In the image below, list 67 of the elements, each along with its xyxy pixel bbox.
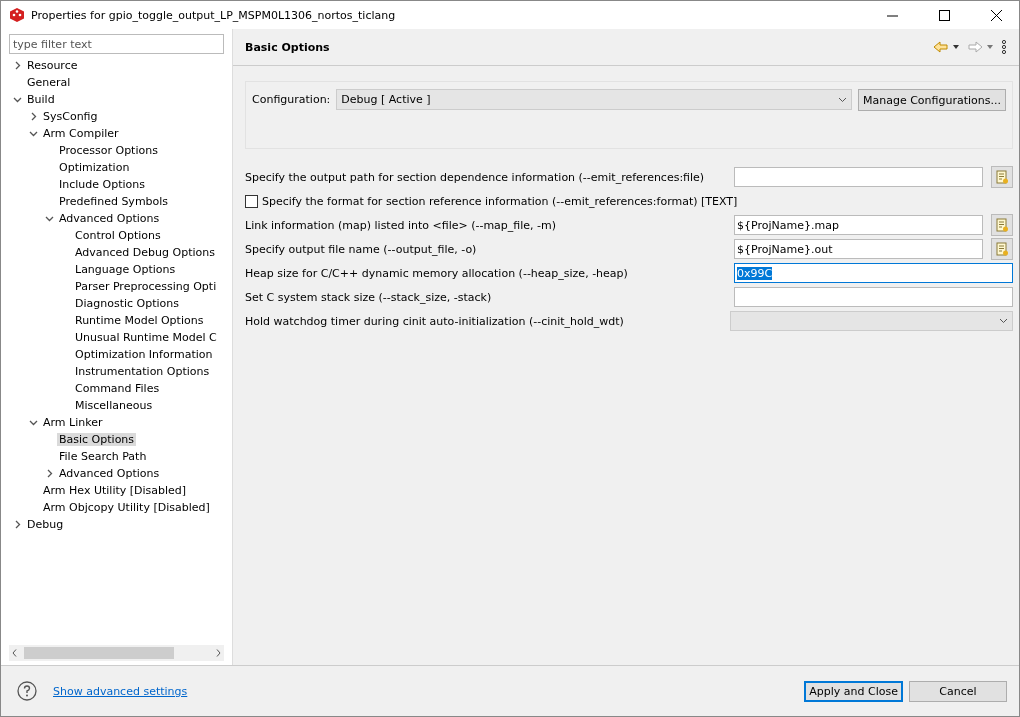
- option-label: Set C system stack size (--stack_size, -stack): [245, 290, 493, 304]
- tree-item[interactable]: Arm Hex Utility [Disabled]: [41, 484, 189, 497]
- option-label: Hold watchdog timer during cinit auto-initialization (--cinit_hold_wdt): [245, 314, 625, 328]
- chevron-down-icon[interactable]: [12, 95, 22, 104]
- page-title: Basic Options: [245, 40, 331, 54]
- chevron-down-icon[interactable]: [44, 214, 54, 223]
- window-title: Properties for gpio_toggle_output_LP_MSPM0L1306_nortos_ticlang: [31, 8, 397, 22]
- chevron-down-icon[interactable]: [28, 129, 38, 138]
- dialog-button[interactable]: Cancel: [909, 680, 1007, 702]
- tree-item[interactable]: Include Options: [57, 178, 147, 191]
- maximize-icon: [938, 9, 950, 21]
- tree-item[interactable]: Command Files: [73, 382, 162, 395]
- show-advanced-settings-link[interactable]: Show advanced settings: [53, 684, 799, 698]
- configuration-dropdown[interactable]: Debug [ Active ]: [336, 89, 852, 110]
- help-icon[interactable]: [17, 681, 37, 701]
- input-field[interactable]: 0x99C: [734, 263, 1013, 283]
- input-field[interactable]: [734, 287, 1013, 307]
- tree-item[interactable]: Arm Objcopy Utility [Disabled]: [41, 501, 212, 514]
- horizontal-scrollbar[interactable]: [9, 645, 224, 661]
- tree-item[interactable]: File Search Path: [57, 450, 149, 463]
- more-options-icon[interactable]: [1001, 40, 1007, 54]
- tree-item[interactable]: Arm Compiler: [41, 127, 121, 140]
- document-icon: [995, 241, 1009, 257]
- cube-logo-icon: [9, 7, 25, 23]
- close-icon: [990, 9, 1002, 21]
- tree-item[interactable]: Control Options: [73, 229, 163, 242]
- scroll-left-icon[interactable]: [12, 649, 17, 657]
- tree-item[interactable]: Resource: [25, 59, 80, 72]
- option-label: Specify output file name (--output_file, -o): [245, 242, 478, 256]
- tree-item[interactable]: Unusual Runtime Model C: [73, 331, 219, 344]
- configuration-label: Configuration:: [252, 92, 331, 108]
- input-field[interactable]: ${ProjName}.map: [734, 215, 983, 235]
- input-field[interactable]: ${ProjName}.out: [734, 239, 983, 259]
- tree-item[interactable]: Advanced Debug Options: [73, 246, 217, 259]
- dropdown-caret-icon: [838, 96, 847, 103]
- chevron-down-icon[interactable]: [28, 418, 38, 427]
- manage-configurations-button[interactable]: Manage Configurations...: [858, 89, 1006, 111]
- checkbox[interactable]: [245, 194, 258, 208]
- tree-item[interactable]: Advanced Options: [57, 212, 162, 225]
- document-icon: [995, 217, 1009, 233]
- tree-item[interactable]: Instrumentation Options: [73, 365, 212, 378]
- tree-item[interactable]: Advanced Options: [57, 467, 162, 480]
- tree-item[interactable]: Optimization Information: [73, 348, 215, 361]
- option-label: Link information (map) listed into <file> (--map_file, -m): [245, 218, 558, 232]
- checkbox-label: Specify the format for section reference information (--emit_references:format) [TEXT]: [262, 194, 738, 208]
- tree-item[interactable]: SysConfig: [41, 110, 100, 123]
- tree-item[interactable]: Predefined Symbols: [57, 195, 171, 208]
- tree-item[interactable]: Miscellaneous: [73, 399, 155, 412]
- tree-item[interactable]: Language Options: [73, 263, 178, 276]
- tree-item[interactable]: Processor Options: [57, 144, 160, 157]
- tree-item[interactable]: Debug: [25, 518, 66, 531]
- tree-item[interactable]: Build: [25, 93, 57, 106]
- option-label: Heap size for C/C++ dynamic memory allocation (--heap_size, -heap): [245, 266, 629, 280]
- dropdown-caret-icon: [999, 318, 1008, 324]
- tree-item[interactable]: Runtime Model Options: [73, 314, 206, 327]
- tree-item[interactable]: Optimization: [57, 161, 132, 174]
- tree-item[interactable]: General: [25, 76, 73, 89]
- filter-field[interactable]: type filter text: [9, 34, 224, 54]
- tree-item[interactable]: Parser Preprocessing Opti: [73, 280, 219, 293]
- option-label: Specify the output path for section dependence information (--emit_references:file): [245, 170, 706, 184]
- tree-item[interactable]: Diagnostic Options: [73, 297, 182, 310]
- tree-item[interactable]: Basic Options: [57, 433, 137, 446]
- document-icon: [995, 169, 1009, 185]
- dialog-button[interactable]: Apply and Close: [804, 680, 903, 702]
- input-field[interactable]: [734, 167, 983, 187]
- scroll-right-icon[interactable]: [216, 649, 221, 657]
- tree-item[interactable]: Arm Linker: [41, 416, 105, 429]
